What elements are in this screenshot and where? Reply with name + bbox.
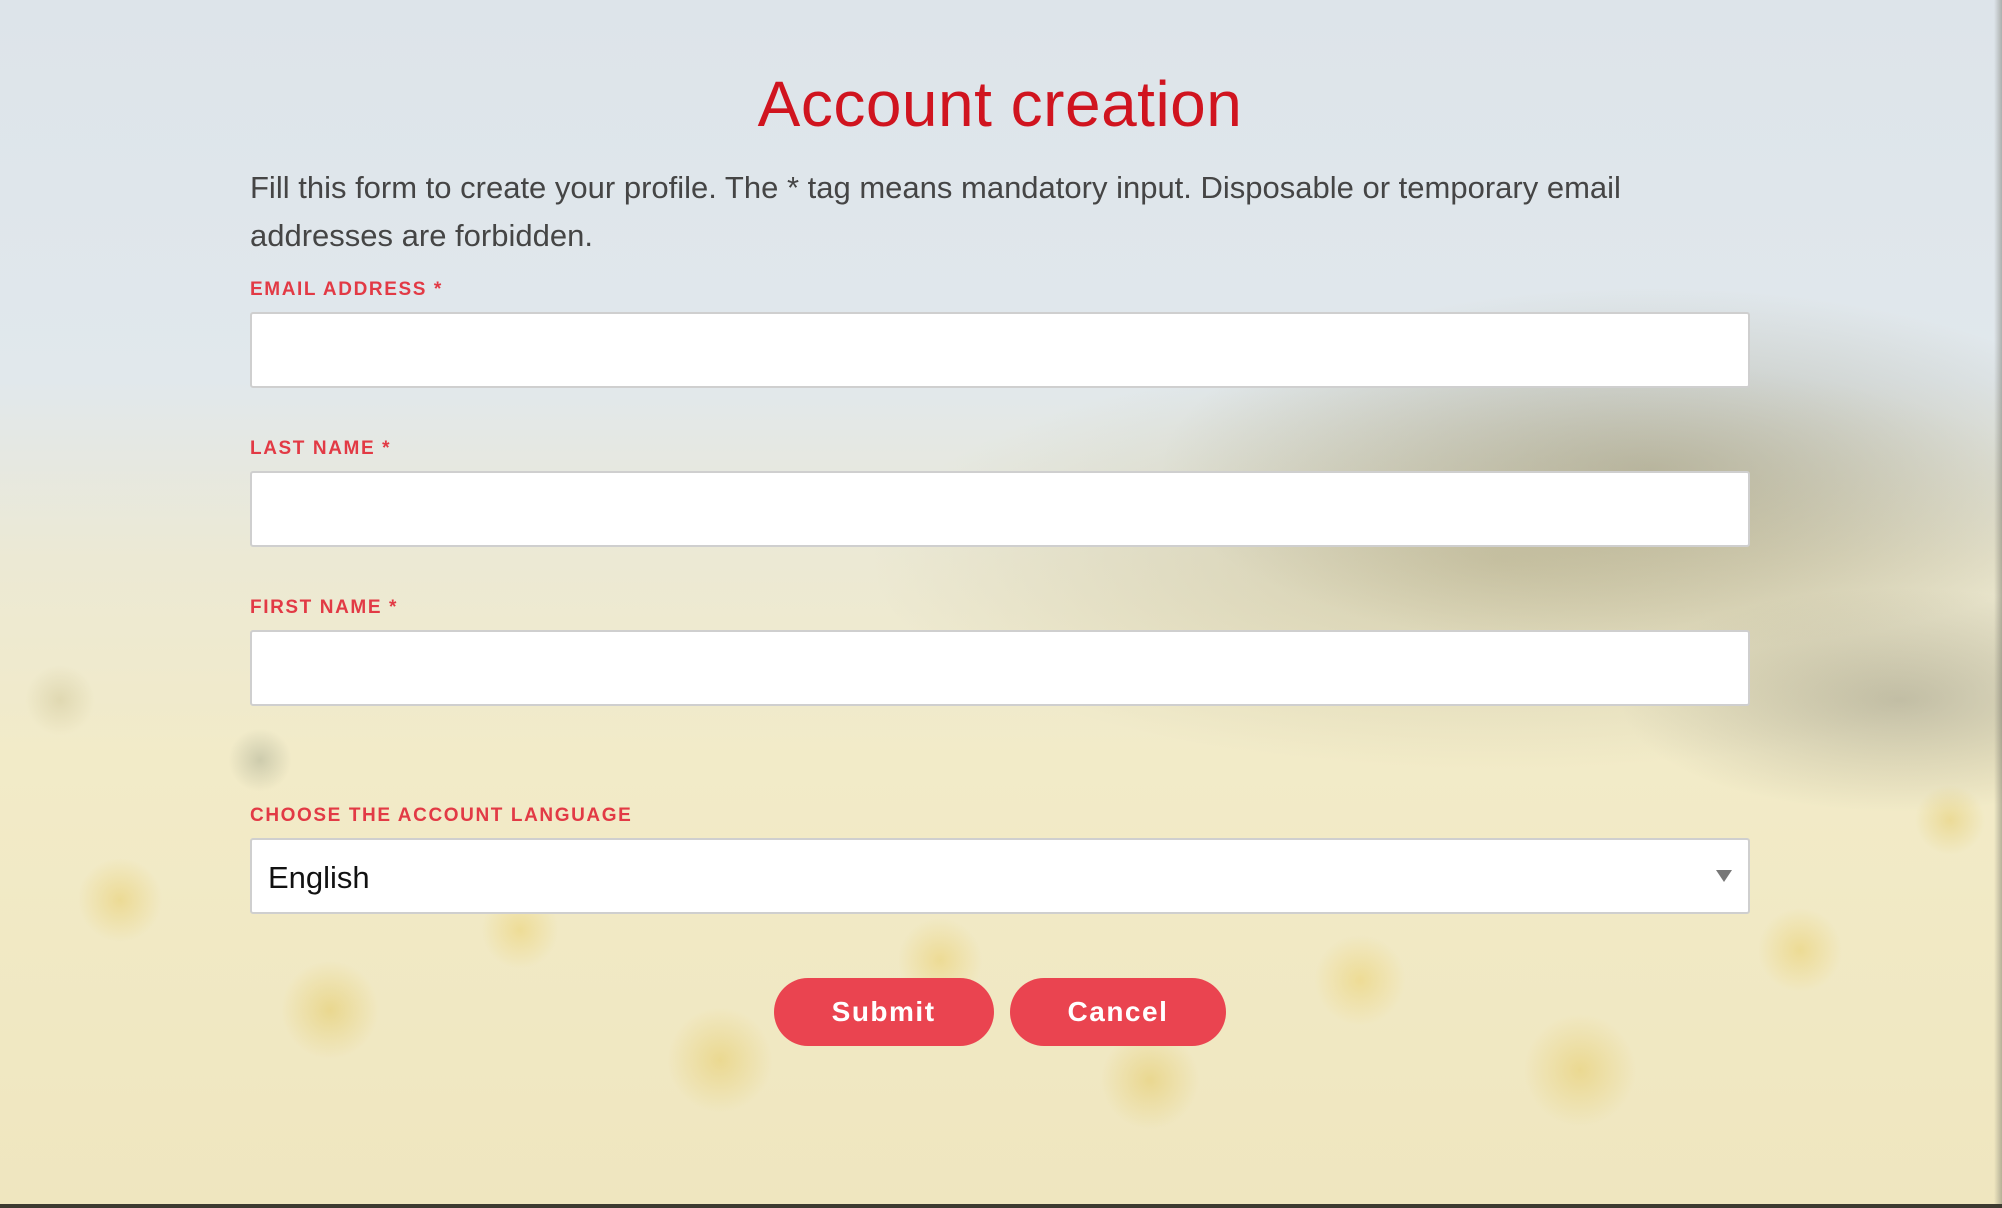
cancel-button[interactable]: Cancel (1009, 978, 1227, 1046)
language-select[interactable]: English (250, 838, 1750, 914)
account-creation-form: Account creation Fill this form to creat… (250, 0, 1750, 1046)
form-actions: Submit Cancel (250, 978, 1750, 1046)
right-edge-shadow (1994, 0, 2002, 1208)
language-selected-value: English (268, 860, 370, 895)
last-name-field[interactable] (250, 471, 1750, 547)
last-name-label: LAST NAME * (250, 438, 392, 459)
email-field[interactable] (250, 312, 1750, 388)
language-label: CHOOSE THE ACCOUNT LANGUAGE (250, 805, 633, 826)
chevron-down-icon (1716, 870, 1732, 882)
intro-text: Fill this form to create your profile. T… (250, 170, 1621, 253)
bottom-strip (0, 1204, 2002, 1208)
email-label: EMAIL ADDRESS * (250, 279, 443, 300)
submit-button[interactable]: Submit (773, 978, 994, 1046)
first-name-label: FIRST NAME * (250, 597, 398, 618)
first-name-field[interactable] (250, 630, 1750, 706)
viewport: Account creation Fill this form to creat… (0, 0, 2002, 1208)
page-title: Account creation (757, 68, 1243, 140)
